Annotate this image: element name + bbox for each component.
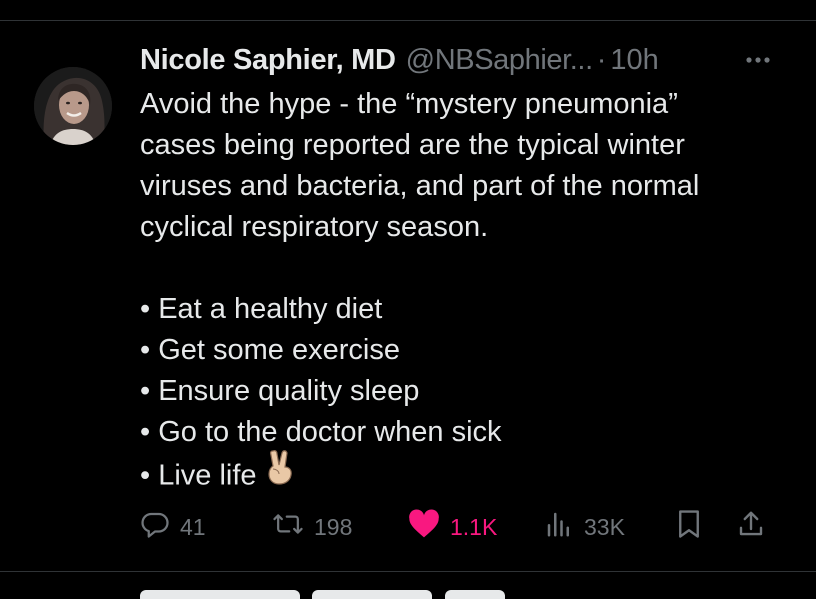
tweet-text-line: cases being reported are the typical win… [140, 129, 685, 161]
like-count: 1.1K [450, 513, 498, 540]
bullet-item: • Get some exercise [140, 334, 400, 366]
tweet-text-line: cyclical respiratory season. [140, 211, 489, 243]
next-tweet-handle-fragment [312, 590, 433, 599]
reply-icon [140, 509, 170, 545]
bullet-item-text: • Live life [140, 459, 257, 492]
display-name[interactable]: Nicole Saphier, MD [140, 44, 396, 77]
bottom-divider [0, 571, 816, 572]
reply-count: 41 [180, 513, 206, 540]
action-bar: 41 198 1.1K 33K [140, 507, 780, 547]
timestamp[interactable]: 10h [610, 44, 658, 77]
bullet-item: • Ensure quality sleep [140, 375, 420, 407]
views-icon [544, 509, 574, 545]
tweet-text-line: viruses and bacteria, and part of the no… [140, 170, 700, 202]
bullet-item: • Go to the doctor when sick [140, 416, 502, 448]
repost-button[interactable]: 198 [272, 507, 352, 547]
bullet-item: • Eat a healthy diet [140, 293, 383, 325]
like-button[interactable]: 1.1K [408, 507, 497, 547]
more-icon[interactable] [738, 41, 778, 79]
share-icon [736, 509, 766, 545]
next-tweet-peek [140, 588, 780, 599]
separator-dot: · [596, 43, 607, 76]
reply-button[interactable]: 41 [140, 507, 206, 547]
bullet-item-last: • Live life [140, 450, 800, 494]
like-heart-icon [408, 509, 440, 545]
share-button[interactable] [736, 507, 766, 547]
next-tweet-fragment [444, 590, 505, 599]
tweet-text-line: Avoid the hype - the “mystery pneumonia” [140, 88, 678, 120]
avatar[interactable] [34, 67, 112, 145]
tweet[interactable]: Nicole Saphier, MD @NBSaphier... · 10h A… [0, 21, 816, 571]
bookmark-icon [676, 509, 702, 545]
repost-count: 198 [314, 513, 353, 540]
repost-icon [272, 509, 304, 545]
tweet-text: Avoid the hype - the “mystery pneumonia”… [140, 84, 800, 494]
victory-hand-emoji-icon [265, 449, 295, 497]
user-handle[interactable]: @NBSaphier... [406, 44, 593, 77]
tweet-header: Nicole Saphier, MD @NBSaphier... · 10h [140, 41, 659, 79]
next-tweet-name-fragment [140, 590, 300, 599]
views-button[interactable]: 33K [544, 507, 625, 547]
bookmark-button[interactable] [676, 507, 702, 547]
views-count: 33K [584, 513, 625, 540]
